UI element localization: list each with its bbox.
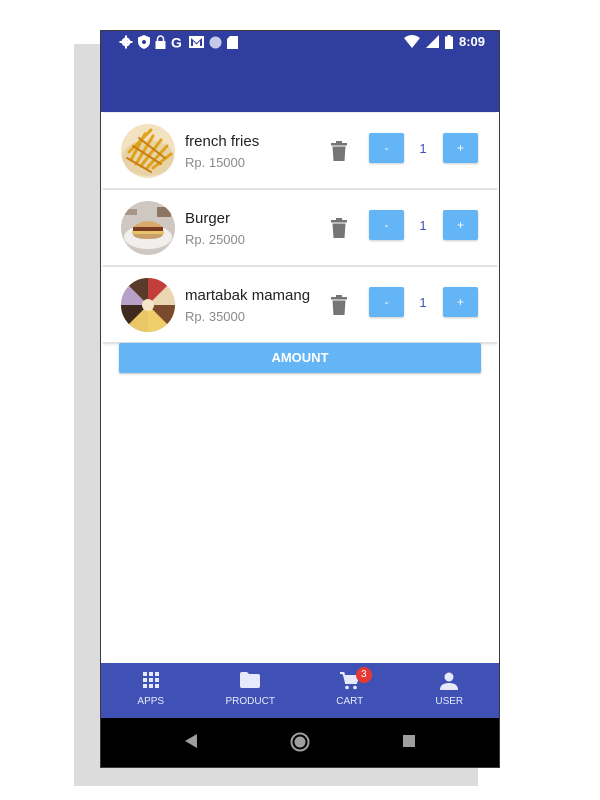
cart-item: martabak mamang Rp. 35000 - 1 +: [103, 267, 497, 344]
folder-icon: [240, 672, 261, 688]
google-icon: G: [171, 35, 182, 49]
nav-item-apps[interactable]: APPS: [101, 663, 201, 718]
trash-icon: [331, 295, 347, 315]
user-icon: [440, 672, 459, 690]
status-time: 8:09: [458, 34, 485, 49]
nav-item-cart[interactable]: 3 CART: [300, 663, 400, 718]
item-name: martabak mamang: [185, 287, 311, 304]
decrease-quantity-button[interactable]: -: [369, 210, 404, 240]
home-icon[interactable]: [290, 732, 310, 752]
nav-label: CART: [336, 696, 364, 707]
french-fries-image: [121, 124, 175, 178]
cart-list: french fries Rp. 15000 - 1 + Burger Rp. …: [103, 112, 497, 344]
increase-quantity-button[interactable]: +: [443, 287, 478, 317]
status-icons-left: G: [119, 35, 238, 49]
increase-quantity-button[interactable]: +: [443, 133, 478, 163]
quantity-value: 1: [419, 295, 427, 310]
nav-label: USER: [435, 696, 464, 707]
phone-screen: G 8:09 french fries Rp. 15000 - 1 + Burg…: [100, 30, 500, 768]
delete-button[interactable]: [331, 141, 347, 166]
martabak-image: [121, 278, 175, 332]
settings-icon: [119, 35, 133, 49]
recents-icon[interactable]: [403, 735, 415, 747]
trash-icon: [331, 218, 347, 238]
amount-button[interactable]: AMOUNT: [119, 343, 481, 373]
nav-item-product[interactable]: PRODUCT: [201, 663, 301, 718]
quantity-value: 1: [419, 218, 427, 233]
shield-icon: [138, 35, 150, 49]
trash-icon: [331, 141, 347, 161]
page: G 8:09 french fries Rp. 15000 - 1 + Burg…: [0, 0, 600, 800]
item-price: Rp. 25000: [185, 232, 245, 247]
increase-quantity-button[interactable]: +: [443, 210, 478, 240]
item-price: Rp. 35000: [185, 309, 245, 324]
item-price: Rp. 15000: [185, 155, 245, 170]
decrease-quantity-button[interactable]: -: [369, 133, 404, 163]
nav-label: APPS: [137, 696, 165, 707]
cart-item: french fries Rp. 15000 - 1 +: [103, 112, 497, 190]
status-icons-right: 8:09: [403, 34, 485, 49]
burger-image: [121, 201, 175, 255]
cart-badge: 3: [355, 667, 372, 683]
app-bar: [101, 55, 499, 112]
delete-button[interactable]: [331, 295, 347, 320]
sd-card-icon: [227, 35, 238, 49]
nav-item-user[interactable]: USER: [400, 663, 500, 718]
item-name: french fries: [185, 133, 260, 150]
cart-item: Burger Rp. 25000 - 1 +: [103, 190, 497, 267]
circle-icon: [209, 36, 222, 48]
bottom-navigation: APPS PRODUCT 3 CART USER: [101, 663, 499, 718]
signal-icon: [425, 35, 439, 48]
item-name: Burger: [185, 210, 231, 227]
decrease-quantity-button[interactable]: -: [369, 287, 404, 317]
quantity-value: 1: [419, 141, 427, 156]
svg-text:G: G: [171, 35, 182, 49]
apps-grid-icon: [142, 672, 159, 688]
system-navigation-bar: [101, 718, 499, 767]
delete-button[interactable]: [331, 218, 347, 243]
battery-icon: [444, 34, 453, 49]
nav-label: PRODUCT: [225, 696, 275, 707]
gmail-icon: [189, 36, 204, 48]
wifi-icon: [403, 35, 420, 48]
status-bar: G 8:09: [101, 31, 499, 55]
back-icon[interactable]: [185, 734, 197, 748]
lock-icon: [155, 35, 166, 49]
